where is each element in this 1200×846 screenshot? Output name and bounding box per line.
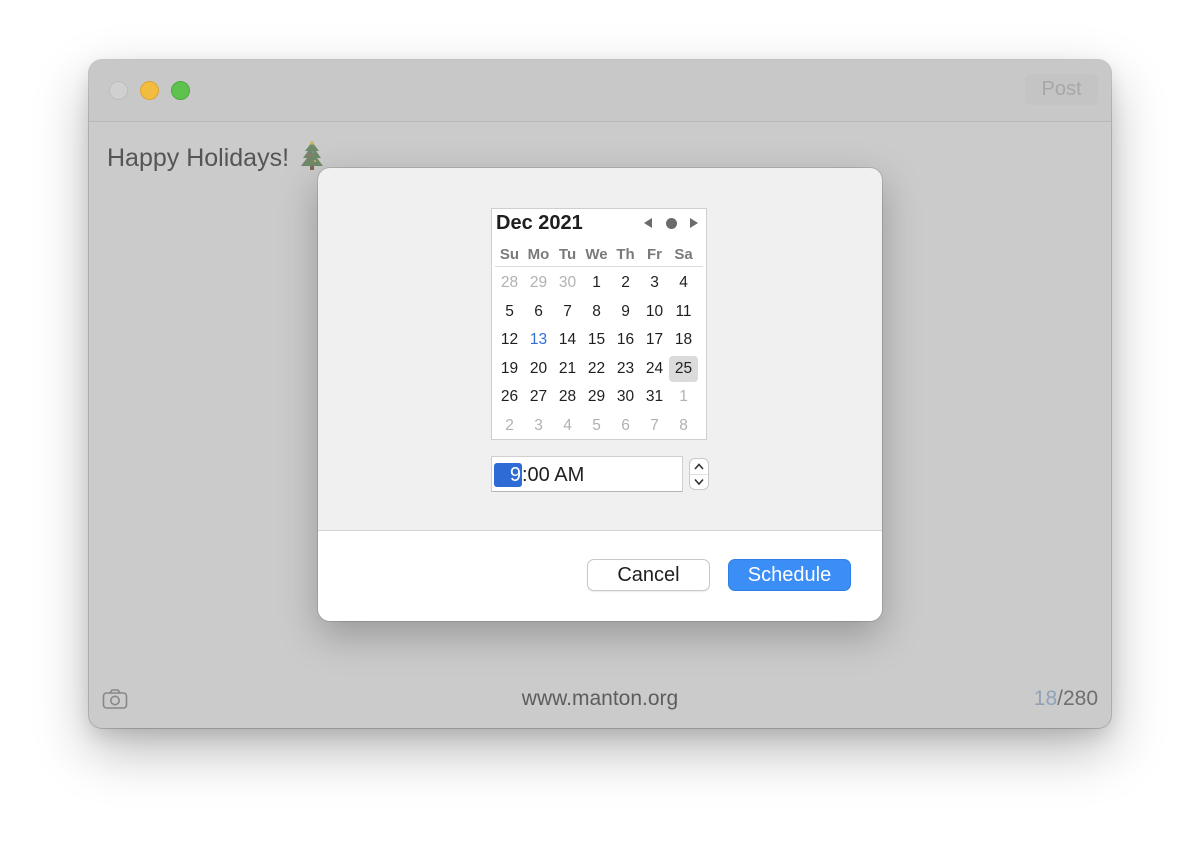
weekday-label: Tu: [558, 246, 577, 263]
calendar-day[interactable]: 5: [495, 298, 524, 327]
calendar-day[interactable]: 24: [640, 355, 669, 384]
calendar-day[interactable]: 31: [640, 383, 669, 412]
calendar-day[interactable]: 9: [611, 298, 640, 327]
calendar-day[interactable]: 30: [611, 383, 640, 412]
minimize-window-button[interactable]: [140, 81, 159, 100]
calendar-day[interactable]: 26: [495, 383, 524, 412]
character-counter: 18/280: [1034, 687, 1098, 711]
calendar-day[interactable]: 18: [669, 326, 698, 355]
calendar-day[interactable]: 14: [553, 326, 582, 355]
calendar-day[interactable]: 19: [495, 355, 524, 384]
selected-day[interactable]: 25: [669, 355, 698, 382]
calendar-day[interactable]: 15: [582, 326, 611, 355]
minute-ampm-segment[interactable]: :00 AM: [522, 462, 584, 488]
calendar-day[interactable]: 3: [640, 269, 669, 298]
day-grid: 28 29 30 1 2 3 4 5 6 7 8 9 10 11 12 13 14 15 16 17 18 19 20 21 2…: [495, 269, 703, 440]
weekday-label: Th: [616, 246, 635, 263]
calendar-day[interactable]: 22: [582, 355, 611, 384]
month-year-label: Dec 2021: [496, 212, 583, 234]
weekday-header: Su Mo Tu We Th Fr Sa: [495, 244, 703, 266]
calendar-day[interactable]: 4: [553, 412, 582, 441]
christmas-tree-icon: [300, 141, 323, 170]
chevron-up-icon[interactable]: [690, 459, 708, 474]
calendar-day[interactable]: 28: [495, 269, 524, 298]
calendar-day[interactable]: 7: [553, 298, 582, 327]
post-button[interactable]: Post: [1025, 74, 1098, 105]
calendar-divider: [495, 266, 703, 267]
calendar-day[interactable]: 1: [669, 383, 698, 412]
post-text: Happy Holidays!: [107, 144, 290, 172]
date-picker: Dec 2021 Su Mo Tu We Th Fr Sa 28 29 30 1 2 3 4…: [491, 208, 707, 440]
calendar-day[interactable]: 6: [611, 412, 640, 441]
today-day[interactable]: 13: [524, 326, 553, 355]
schedule-sheet: Dec 2021 Su Mo Tu We Th Fr Sa 28 29 30 1 2 3 4…: [318, 168, 882, 621]
weekday-label: Sa: [674, 246, 693, 263]
next-month-icon[interactable]: [690, 218, 698, 228]
calendar-day[interactable]: 16: [611, 326, 640, 355]
calendar-day[interactable]: 2: [611, 269, 640, 298]
zoom-window-button[interactable]: [171, 81, 190, 100]
close-window-button[interactable]: [109, 81, 128, 100]
previous-month-icon[interactable]: [644, 218, 652, 228]
calendar-day[interactable]: 5: [582, 412, 611, 441]
calendar-day[interactable]: 21: [553, 355, 582, 384]
calendar-day[interactable]: 4: [669, 269, 698, 298]
calendar-day[interactable]: 28: [553, 383, 582, 412]
character-count: 18: [1033, 687, 1058, 710]
calendar-day[interactable]: 29: [582, 383, 611, 412]
calendar-day[interactable]: 2: [495, 412, 524, 441]
cancel-button[interactable]: Cancel: [587, 559, 710, 591]
character-limit: /280: [1057, 687, 1098, 710]
calendar-day[interactable]: 8: [582, 298, 611, 327]
weekday-label: Su: [499, 246, 520, 263]
hour-segment[interactable]: 9: [494, 463, 522, 487]
calendar-day[interactable]: 12: [495, 326, 524, 355]
title-bar: Post: [89, 60, 1111, 122]
calendar-day[interactable]: 30: [553, 269, 582, 298]
calendar-day[interactable]: 11: [669, 298, 698, 327]
weekday-label: We: [585, 246, 608, 263]
time-stepper[interactable]: [689, 458, 709, 490]
calendar-day[interactable]: 6: [524, 298, 553, 327]
today-dot-icon[interactable]: [666, 218, 677, 229]
calendar-day[interactable]: 20: [524, 355, 553, 384]
post-text-editor[interactable]: Happy Holidays!: [107, 140, 324, 173]
calendar-day[interactable]: 8: [669, 412, 698, 441]
calendar-day[interactable]: 10: [640, 298, 669, 327]
weekday-label: Mo: [527, 246, 550, 263]
blog-url: www.manton.org: [521, 687, 679, 710]
chevron-down-icon[interactable]: [690, 474, 708, 490]
calendar-day[interactable]: 1: [582, 269, 611, 298]
calendar-day[interactable]: 27: [524, 383, 553, 412]
schedule-button[interactable]: Schedule: [728, 559, 851, 591]
calendar-day[interactable]: 3: [524, 412, 553, 441]
calendar-day[interactable]: 29: [524, 269, 553, 298]
time-field[interactable]: 9 :00 AM: [491, 456, 683, 492]
calendar-day[interactable]: 7: [640, 412, 669, 441]
weekday-label: Fr: [647, 246, 662, 263]
calendar-day[interactable]: 23: [611, 355, 640, 384]
calendar-day[interactable]: 17: [640, 326, 669, 355]
